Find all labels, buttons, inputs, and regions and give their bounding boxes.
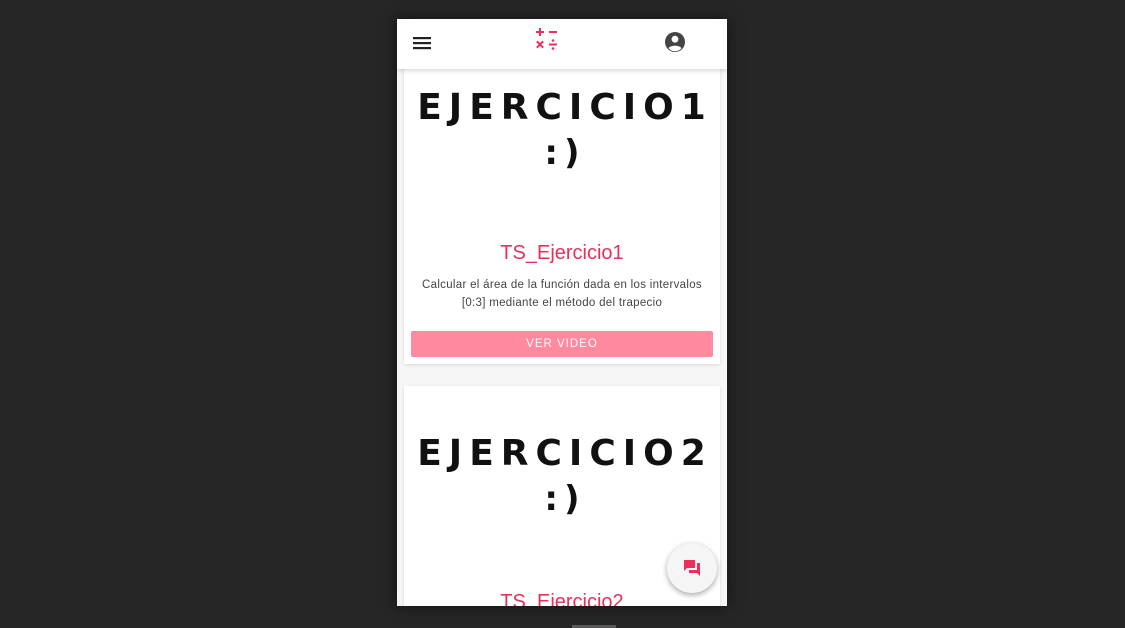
menu-icon <box>413 37 431 50</box>
account-circle-icon <box>665 32 685 52</box>
content-list[interactable]: EJERCICIO1 :) TS_Ejercicio1 Calcular el … <box>397 69 727 606</box>
exercise-card: EJERCICIO1 :) TS_Ejercicio1 Calcular el … <box>404 69 720 364</box>
math-operators-logo-icon <box>536 28 557 50</box>
forum-chat-icon <box>684 560 700 576</box>
account-button[interactable] <box>661 28 689 56</box>
thumbnail-smiley: :) <box>544 133 586 173</box>
watch-video-button[interactable]: VER VIDEO <box>411 331 713 357</box>
app-bar <box>397 19 727 69</box>
card-description: Calcular el área de la función dada en l… <box>422 279 702 309</box>
chat-fab-button[interactable] <box>667 543 717 593</box>
desktop-background: EJERCICIO1 :) TS_Ejercicio1 Calcular el … <box>0 0 1125 628</box>
thumbnail-title: EJERCICIO1 <box>417 87 713 128</box>
app-logo[interactable] <box>534 27 560 53</box>
mobile-viewport: EJERCICIO1 :) TS_Ejercicio1 Calcular el … <box>397 19 727 606</box>
menu-button[interactable] <box>409 30 435 56</box>
exercise-thumbnail[interactable]: EJERCICIO2 :) <box>404 433 720 519</box>
exercise-thumbnail[interactable]: EJERCICIO1 :) <box>404 87 720 173</box>
card-title: TS_Ejercicio2 <box>500 591 624 606</box>
card-title: TS_Ejercicio1 <box>500 242 624 264</box>
thumbnail-smiley: :) <box>544 479 586 519</box>
thumbnail-title: EJERCICIO2 <box>417 433 713 474</box>
